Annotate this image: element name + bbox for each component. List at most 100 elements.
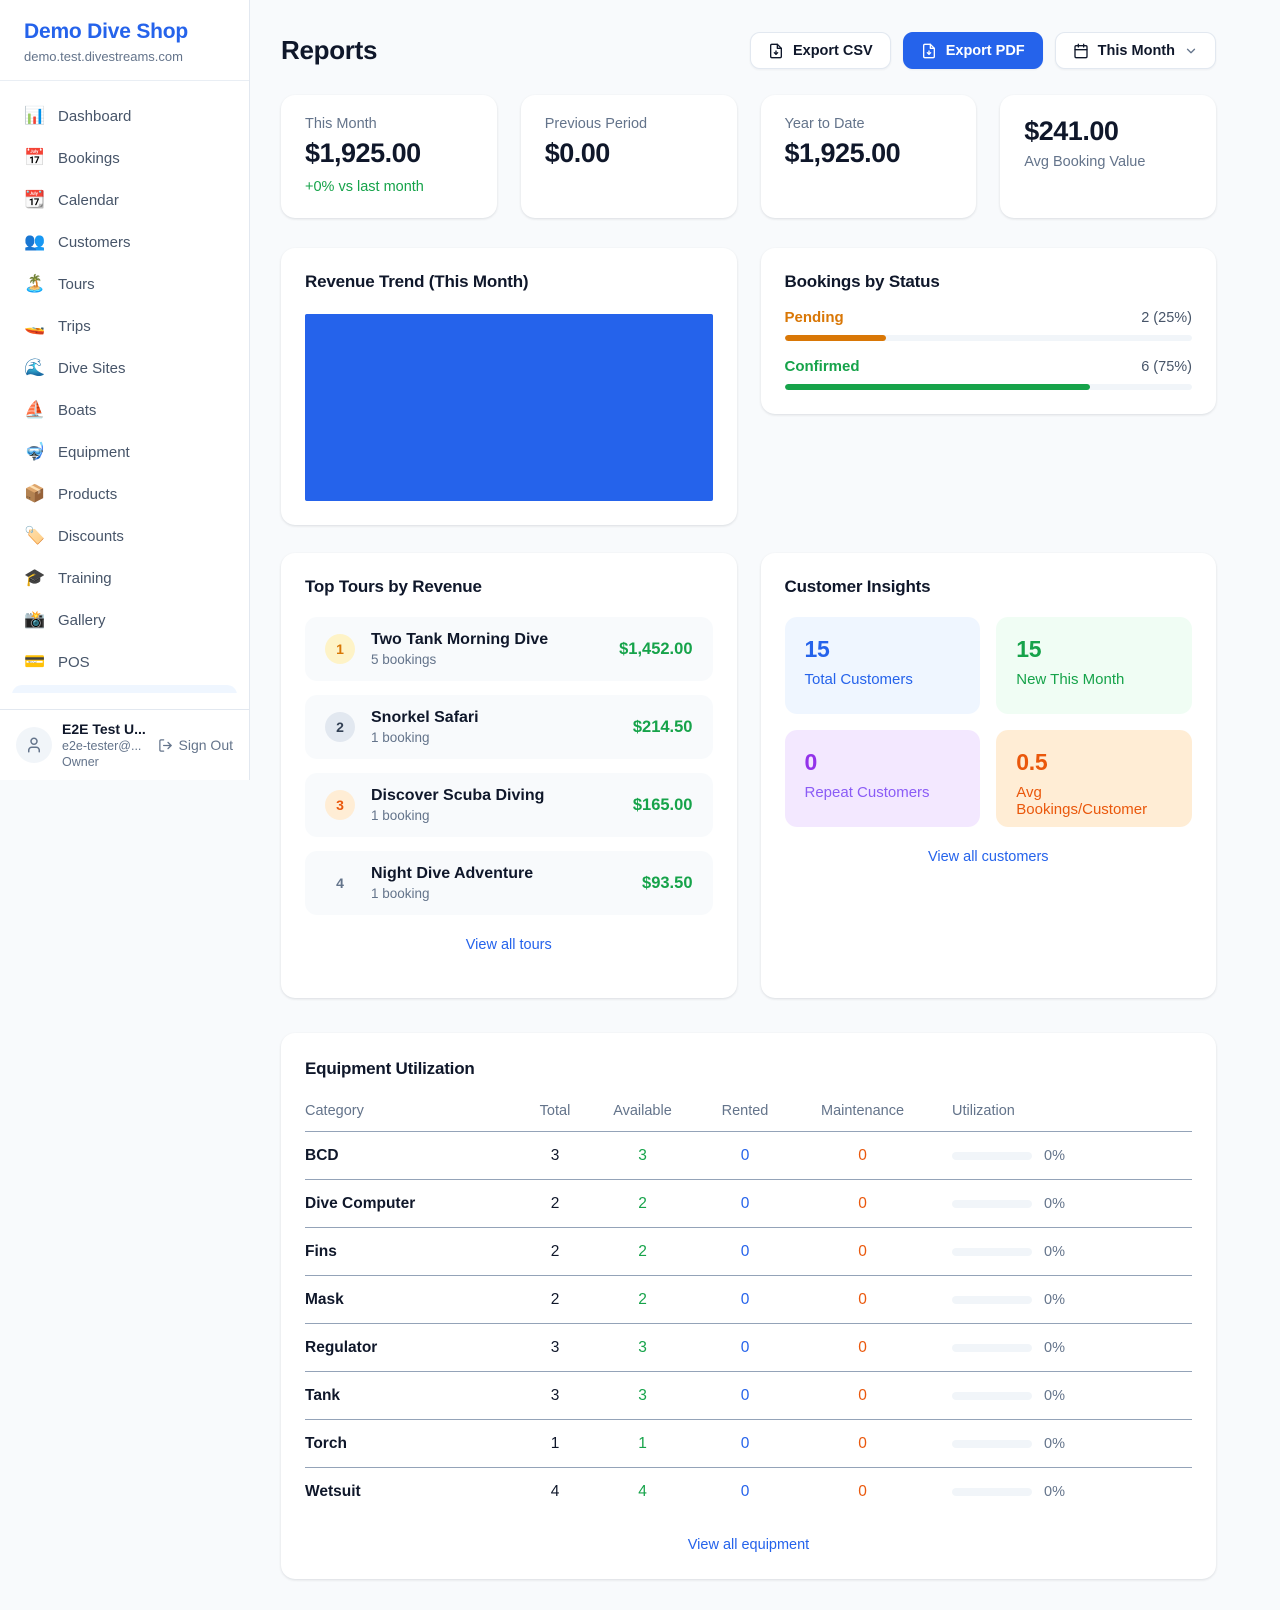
table-header: Category Total Available Rented Maintena… [305, 1093, 1192, 1132]
sidebar-item-tours[interactable]: 🏝️ Tours [12, 265, 237, 303]
pending-progress-bar [785, 335, 1193, 341]
page-title: Reports [281, 35, 377, 66]
sidebar-item-bookings[interactable]: 📅 Bookings [12, 139, 237, 177]
logout-icon [158, 738, 173, 753]
sidebar-item-discounts[interactable]: 🏷️ Discounts [12, 517, 237, 555]
bookings-by-status-panel: Bookings by Status Pending 2 (25%) Confi… [761, 248, 1217, 414]
sidebar-item-pos[interactable]: 💳 POS [12, 643, 237, 681]
equipment-table: Category Total Available Rented Maintena… [305, 1093, 1192, 1515]
customers-icon: 👥 [24, 232, 44, 252]
avatar [16, 727, 52, 763]
sidebar-item-gallery[interactable]: 📸 Gallery [12, 601, 237, 639]
period-selector[interactable]: This Month [1055, 32, 1216, 69]
table-row: Dive Computer 2 2 0 0 0% [305, 1180, 1192, 1228]
credit-card-icon: 💳 [24, 652, 44, 672]
sidebar-item-equipment[interactable]: 🤿 Equipment [12, 433, 237, 471]
stats-row: This Month $1,925.00 +0% vs last month P… [281, 95, 1216, 218]
sidebar-item-products[interactable]: 📦 Products [12, 475, 237, 513]
utilization-bar [952, 1248, 1032, 1256]
revenue-trend-chart [305, 314, 713, 501]
utilization-bar [952, 1200, 1032, 1208]
tour-row: 2 Snorkel Safari 1 booking $214.50 [305, 695, 713, 759]
camera-icon: 📸 [24, 610, 44, 630]
shop-domain: demo.test.divestreams.com [24, 49, 225, 64]
customer-insights-panel: Customer Insights 15 Total Customers 15 … [761, 553, 1217, 998]
rank-badge: 2 [325, 712, 355, 742]
sidebar-item-dashboard[interactable]: 📊 Dashboard [12, 97, 237, 135]
sidebar-item-dive-sites[interactable]: 🌊 Dive Sites [12, 349, 237, 387]
rank-badge: 3 [325, 790, 355, 820]
sidebar: Demo Dive Shop demo.test.divestreams.com… [0, 0, 250, 780]
sidebar-nav: 📊 Dashboard 📅 Bookings 📆 Calendar 👥 Cust… [0, 81, 249, 693]
user-info: E2E Test U... e2e-tester@... Owner [62, 721, 148, 769]
sidebar-item-calendar[interactable]: 📆 Calendar [12, 181, 237, 219]
view-all-customers-link[interactable]: View all customers [785, 849, 1193, 865]
page-header: Reports Export CSV Export PDF This Month [281, 32, 1216, 69]
package-icon: 📦 [24, 484, 44, 504]
user-role: Owner [62, 755, 148, 769]
stat-delta: +0% vs last month [305, 179, 473, 195]
table-row: BCD 3 3 0 0 0% [305, 1132, 1192, 1180]
sign-out-button[interactable]: Sign Out [158, 737, 233, 753]
table-row: Mask 2 2 0 0 0% [305, 1276, 1192, 1324]
sidebar-item-trips[interactable]: 🚤 Trips [12, 307, 237, 345]
tag-icon: 🏷️ [24, 526, 44, 546]
status-row-pending: Pending 2 (25%) [785, 309, 1193, 341]
chevron-down-icon [1184, 44, 1198, 58]
sidebar-item-training[interactable]: 🎓 Training [12, 559, 237, 597]
tour-row: 3 Discover Scuba Diving 1 booking $165.0… [305, 773, 713, 837]
user-panel: E2E Test U... e2e-tester@... Owner Sign … [0, 709, 249, 780]
confirmed-progress-bar [785, 384, 1193, 390]
table-row: Regulator 3 3 0 0 0% [305, 1324, 1192, 1372]
sailboat-icon: ⛵ [24, 400, 44, 420]
equipment-utilization-panel: Equipment Utilization Category Total Ava… [281, 1033, 1216, 1579]
view-all-equipment-link[interactable]: View all equipment [305, 1537, 1192, 1553]
diving-mask-icon: 🤿 [24, 442, 44, 462]
dashboard-icon: 📊 [24, 106, 44, 126]
wave-icon: 🌊 [24, 358, 44, 378]
sidebar-item-customers[interactable]: 👥 Customers [12, 223, 237, 261]
charts-row: Revenue Trend (This Month) Bookings by S… [281, 248, 1216, 525]
tile-total-customers: 15 Total Customers [785, 617, 981, 714]
utilization-bar [952, 1392, 1032, 1400]
shop-name: Demo Dive Shop [24, 20, 225, 44]
user-icon [25, 736, 43, 754]
sidebar-item-reports-clipped[interactable] [12, 685, 237, 693]
file-download-icon [921, 43, 937, 59]
island-icon: 🏝️ [24, 274, 44, 294]
user-email: e2e-tester@... [62, 739, 148, 753]
brand: Demo Dive Shop demo.test.divestreams.com [0, 0, 249, 81]
table-row: Tank 3 3 0 0 0% [305, 1372, 1192, 1420]
speedboat-icon: 🚤 [24, 316, 44, 336]
table-row: Fins 2 2 0 0 0% [305, 1228, 1192, 1276]
utilization-bar [952, 1488, 1032, 1496]
tile-repeat-customers: 0 Repeat Customers [785, 730, 981, 827]
export-pdf-button[interactable]: Export PDF [903, 32, 1043, 69]
calendar-icon [1073, 43, 1089, 59]
file-download-icon [768, 43, 784, 59]
view-all-tours-link[interactable]: View all tours [305, 937, 713, 953]
bookings-calendar-icon: 📅 [24, 148, 44, 168]
utilization-bar [952, 1344, 1032, 1352]
top-tours-panel: Top Tours by Revenue 1 Two Tank Morning … [281, 553, 737, 998]
tour-row: 1 Two Tank Morning Dive 5 bookings $1,45… [305, 617, 713, 681]
tile-new-this-month: 15 New This Month [996, 617, 1192, 714]
insights-row: Top Tours by Revenue 1 Two Tank Morning … [281, 553, 1216, 998]
table-row: Wetsuit 4 4 0 0 0% [305, 1468, 1192, 1515]
utilization-bar [952, 1440, 1032, 1448]
header-actions: Export CSV Export PDF This Month [750, 32, 1216, 69]
tour-list: 1 Two Tank Morning Dive 5 bookings $1,45… [305, 617, 713, 915]
export-csv-button[interactable]: Export CSV [750, 32, 891, 69]
rank-badge: 1 [325, 634, 355, 664]
graduation-cap-icon: 🎓 [24, 568, 44, 588]
stat-card-year-to-date: Year to Date $1,925.00 [761, 95, 977, 218]
utilization-bar [952, 1296, 1032, 1304]
sidebar-item-boats[interactable]: ⛵ Boats [12, 391, 237, 429]
stat-card-avg-booking-value: $241.00 Avg Booking Value [1000, 95, 1216, 218]
revenue-trend-panel: Revenue Trend (This Month) [281, 248, 737, 525]
user-name: E2E Test U... [62, 721, 148, 737]
utilization-bar [952, 1152, 1032, 1160]
rank-badge: 4 [325, 868, 355, 898]
stat-card-previous-period: Previous Period $0.00 [521, 95, 737, 218]
tile-avg-bookings-customer: 0.5 Avg Bookings/Customer [996, 730, 1192, 827]
